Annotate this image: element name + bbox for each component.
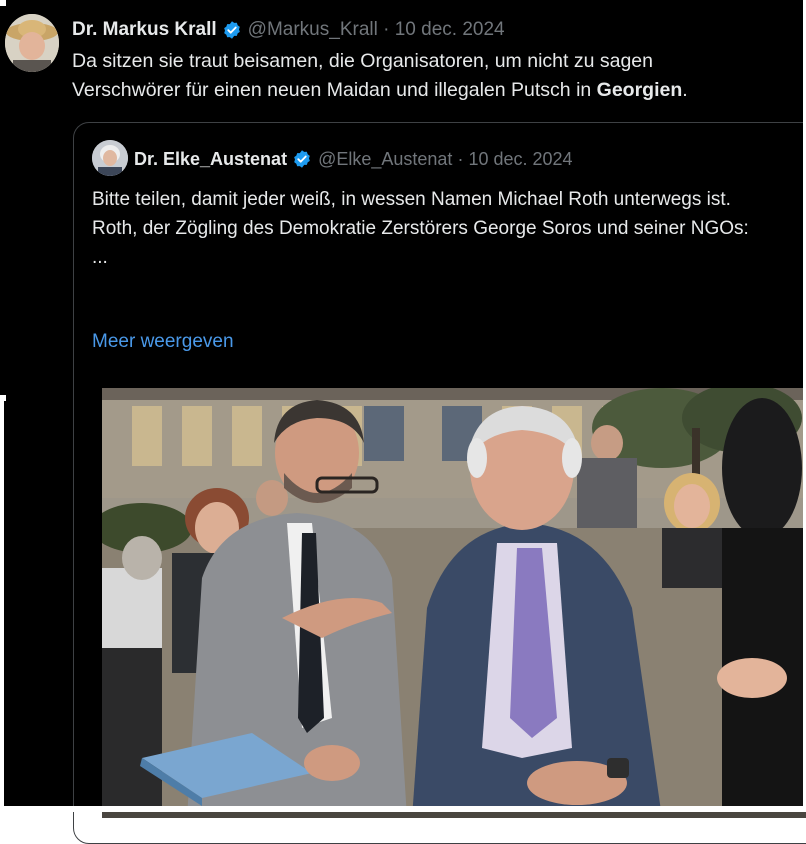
frame-notch: [0, 395, 6, 401]
tweet-photo[interactable]: [92, 383, 806, 818]
frame-notch: [0, 0, 6, 6]
quoted-author-name[interactable]: Dr. Elke_Austenat: [134, 149, 287, 170]
tweet-header: Dr. Markus Krall @Markus_Krall · 10 dec.…: [72, 17, 505, 43]
tweet[interactable]: Dr. Markus Krall @Markus_Krall · 10 dec.…: [0, 0, 806, 844]
tweet-text-bold: Georgien: [596, 79, 683, 101]
quoted-ellipsis: ...: [92, 247, 108, 268]
tweet-text-segment: Verschwörer für einen neuen Maidan und i…: [72, 79, 597, 101]
frame-edge: [0, 395, 4, 812]
tweet-text-line: Verschwörer für einen neuen Maidan und i…: [72, 76, 792, 105]
verified-badge-icon: [222, 20, 242, 40]
quoted-tweet[interactable]: Dr. Elke_Austenat @Elke_Austenat · 10 de…: [73, 122, 806, 844]
quoted-text: Bitte teilen, damit jeder weiß, in wesse…: [92, 185, 792, 272]
quoted-header: Dr. Elke_Austenat @Elke_Austenat · 10 de…: [134, 147, 573, 171]
frame-edge: [0, 806, 806, 812]
show-more-link[interactable]: Meer weergeven: [92, 331, 234, 353]
quoted-paragraph: Roth, der Zögling des Demokratie Zerstör…: [92, 218, 749, 239]
separator: ·: [457, 148, 464, 169]
avatar[interactable]: [5, 14, 59, 72]
quoted-paragraph: Bitte teilen, damit jeder weiß, in wesse…: [92, 189, 731, 210]
photo-image: [92, 383, 806, 818]
quoted-avatar[interactable]: [92, 140, 128, 176]
verified-badge-icon: [292, 149, 312, 169]
tweet-text-segment: .: [682, 79, 688, 101]
author-handle[interactable]: @Markus_Krall: [248, 19, 378, 41]
quoted-author-handle[interactable]: @Elke_Austenat: [318, 149, 452, 170]
tweet-text: Da sitzen sie traut beisamen, die Organi…: [72, 47, 792, 105]
author-name[interactable]: Dr. Markus Krall: [72, 19, 217, 41]
tweet-text-line: Da sitzen sie traut beisamen, die Organi…: [72, 50, 653, 72]
quoted-date[interactable]: 10 dec. 2024: [468, 149, 572, 170]
separator: ·: [383, 19, 390, 40]
tweet-date[interactable]: 10 dec. 2024: [395, 19, 505, 41]
